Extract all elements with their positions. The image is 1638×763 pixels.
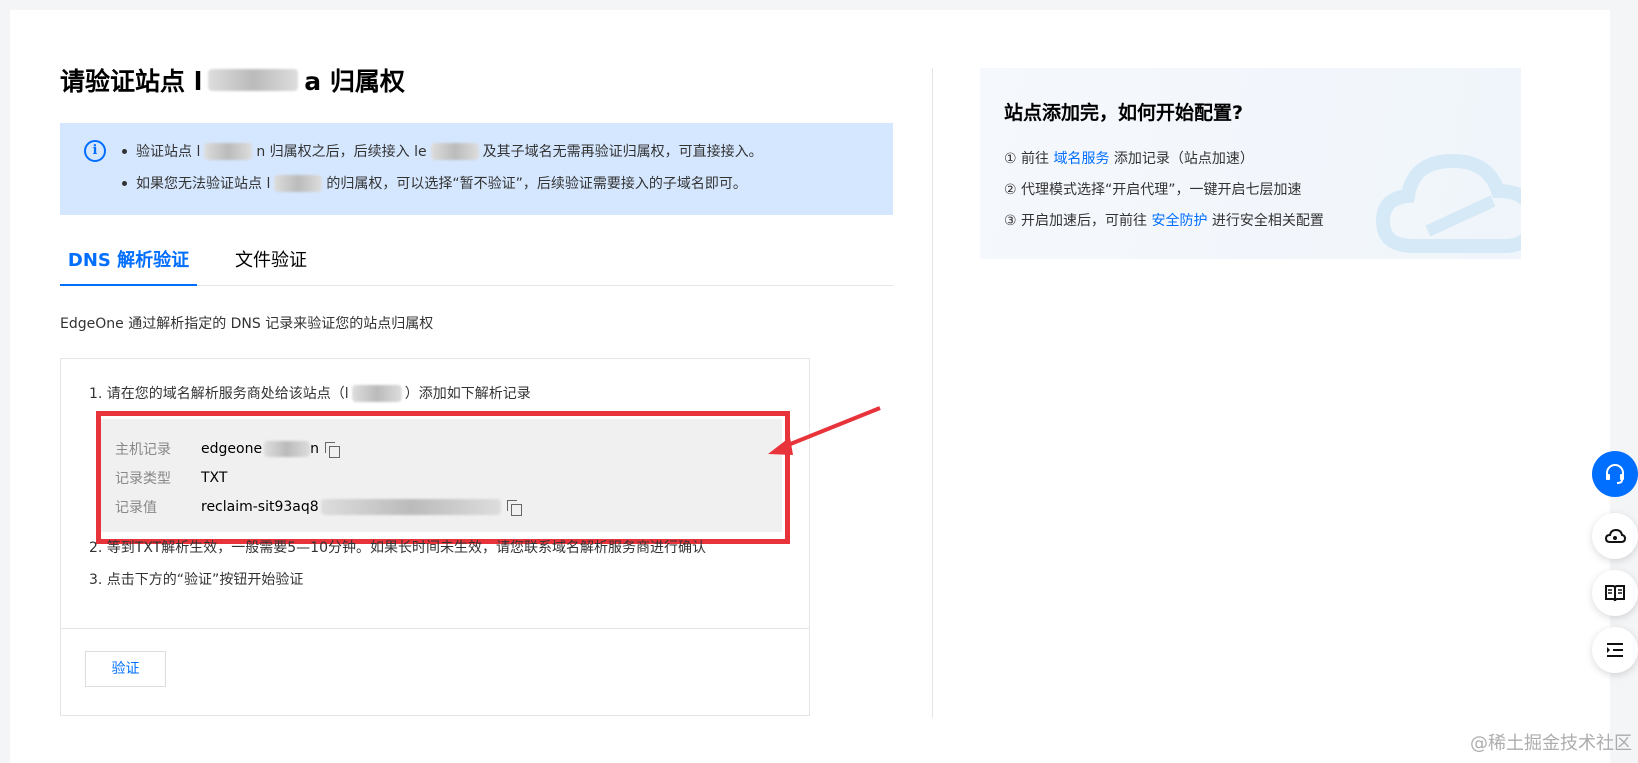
docs-button[interactable]: [1592, 570, 1638, 616]
host-suffix: n: [310, 441, 319, 457]
host-value: edgeone: [201, 441, 263, 457]
record-value: edgeone n: [201, 441, 340, 458]
column-divider: [932, 68, 933, 718]
cloud-icon: [1604, 528, 1627, 543]
step-1: 1. 请在您的域名解析服务商处给该站点（l ）添加如下解析记录: [89, 383, 531, 403]
cloud-decoration-icon: [1375, 153, 1521, 253]
info-line-1: 验证站点 l n 归属权之后，后续接入 le 及其子域名无需再验证归属权，可直接…: [122, 141, 763, 161]
bullet: [122, 148, 127, 154]
steps-card: 1. 请在您的域名解析服务商处给该站点（l ）添加如下解析记录 主机记录 edg…: [60, 358, 810, 716]
record-label: 记录值: [115, 500, 157, 516]
info-banner: i 验证站点 l n 归属权之后，后续接入 le 及其子域名无需再验证归属权，可…: [60, 123, 893, 215]
copy-icon[interactable]: [506, 499, 522, 516]
record-label: 记录类型: [115, 471, 171, 487]
domain-service-link[interactable]: 域名服务: [1053, 151, 1109, 167]
divider: [61, 628, 809, 629]
book-icon: [1605, 585, 1625, 602]
cloud-button[interactable]: [1592, 513, 1638, 559]
step-text: ）添加如下解析记录: [404, 386, 531, 402]
support-button[interactable]: [1592, 451, 1638, 497]
security-link[interactable]: 安全防护: [1151, 213, 1207, 229]
record-row-type: 记录类型 TXT: [115, 468, 227, 488]
dns-record-box: 主机记录 edgeone n 记录类型 TXT 记录值 reclaim-sit9…: [101, 419, 782, 532]
redacted-domain: [430, 142, 479, 160]
tab-dns-verify[interactable]: DNS 解析验证: [60, 246, 197, 286]
main-panel: 请验证站点 l a 归属权 i 验证站点 l n 归属权之后，后续接入 le 及…: [10, 10, 1610, 763]
step-text: 1. 请在您的域名解析服务商处给该站点（l: [89, 386, 349, 402]
txt-value: reclaim-sit93aq8: [201, 499, 319, 515]
setup-guide-card: 站点添加完，如何开始配置? ① 前往 域名服务 添加记录（站点加速） ② 代理模…: [980, 68, 1521, 259]
record-value: reclaim-sit93aq8: [201, 499, 522, 516]
guide-item-1: ① 前往 域名服务 添加记录（站点加速）: [1004, 148, 1254, 168]
bullet: [122, 180, 127, 186]
title-prefix: 请验证站点 l: [60, 67, 203, 96]
info-text: 及其子域名无需再验证归属权，可直接接入。: [482, 144, 763, 160]
info-text: n 归属权之后，后续接入 le: [256, 144, 427, 160]
verify-button[interactable]: 验证: [85, 651, 166, 687]
record-row-host: 主机记录 edgeone n: [115, 439, 340, 459]
record-row-value: 记录值 reclaim-sit93aq8: [115, 497, 522, 517]
info-text: 的归属权，可以选择“暂不验证”，后续验证需要接入的子域名即可。: [326, 176, 747, 192]
redacted-domain: [208, 69, 299, 91]
redacted-domain: [351, 384, 402, 402]
info-icon: i: [84, 140, 106, 162]
guide-item-2: ② 代理模式选择“开启代理”，一键开启七层加速: [1004, 182, 1302, 198]
guide-text: 进行安全相关配置: [1207, 213, 1324, 229]
info-text: 如果您无法验证站点 l: [136, 176, 271, 192]
menu-button[interactable]: [1592, 627, 1638, 673]
tab-file-verify[interactable]: 文件验证: [235, 246, 307, 286]
guide-text: 添加记录（站点加速）: [1109, 151, 1254, 167]
verify-tabs: DNS 解析验证 文件验证: [60, 238, 893, 286]
headset-icon: [1606, 464, 1624, 484]
redacted-value: [320, 499, 501, 515]
info-line-2: 如果您无法验证站点 l 的归属权，可以选择“暂不验证”，后续验证需要接入的子域名…: [122, 173, 747, 193]
redacted-domain: [204, 142, 253, 160]
guide-text: ③ 开启加速后，可前往: [1004, 213, 1152, 229]
copy-icon[interactable]: [324, 441, 340, 458]
redacted-domain: [274, 174, 323, 192]
guide-item-3: ③ 开启加速后，可前往 安全防护 进行安全相关配置: [1004, 210, 1324, 230]
redacted-value: [264, 441, 311, 457]
verify-description: EdgeOne 通过解析指定的 DNS 记录来验证您的站点归属权: [60, 316, 434, 332]
record-value: TXT: [201, 470, 228, 486]
list-indent-icon: [1607, 643, 1623, 657]
step-2: 2. 等到TXT解析生效，一般需要5—10分钟。如果长时间未生效，请您联系域名解…: [89, 540, 706, 556]
step-3: 3. 点击下方的“验证”按钮开始验证: [89, 572, 304, 588]
watermark: @稀土掘金技术社区: [1470, 733, 1632, 754]
record-label: 主机记录: [115, 442, 171, 458]
guide-title: 站点添加完，如何开始配置?: [1004, 102, 1244, 124]
title-suffix: a 归属权: [304, 67, 405, 96]
info-text: 验证站点 l: [136, 144, 201, 160]
guide-text: ① 前往: [1004, 151, 1054, 167]
page-title: 请验证站点 l a 归属权: [60, 62, 405, 98]
